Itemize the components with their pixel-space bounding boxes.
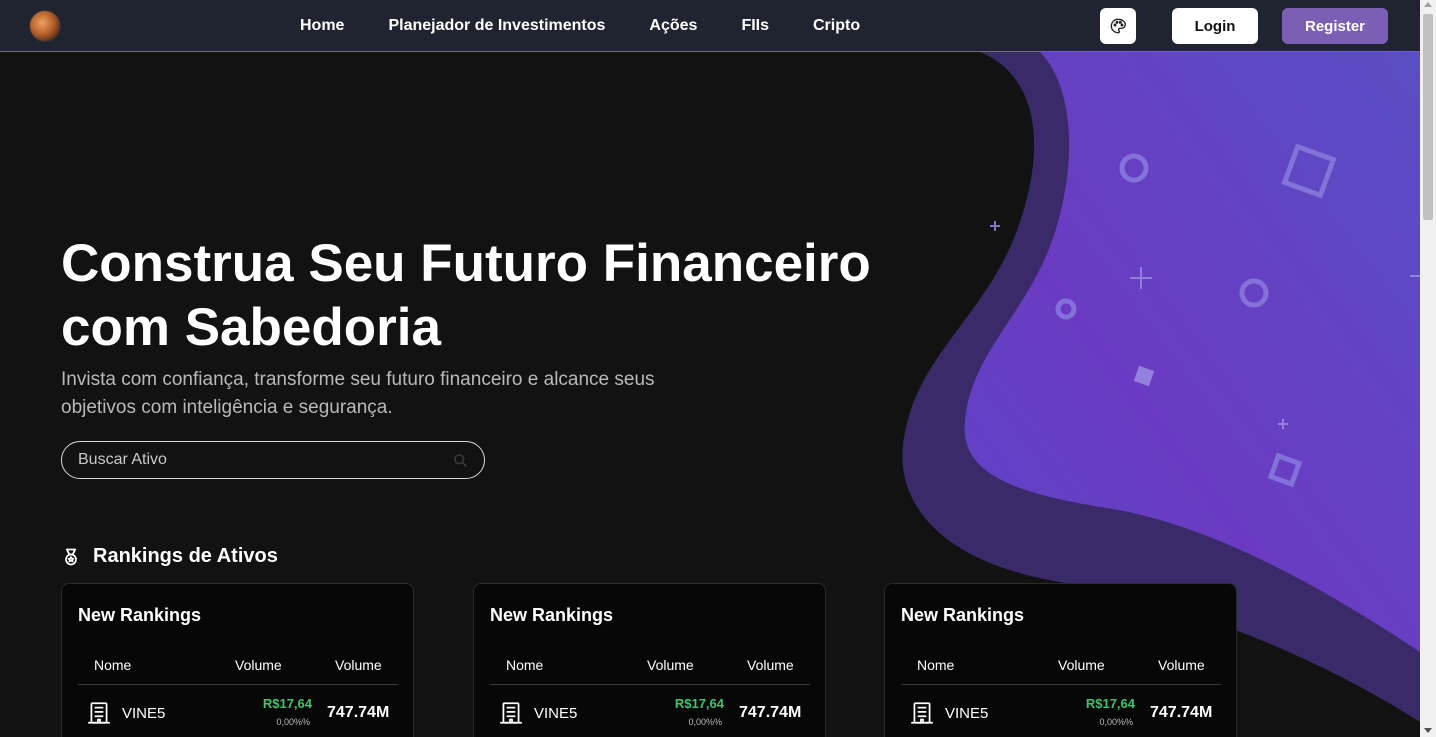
hero-subtitle: Invista com confiança, transforme seu fu…: [61, 369, 655, 418]
asset-volume: 747.74M: [739, 704, 802, 721]
column-header-volume[interactable]: Volume: [235, 657, 282, 673]
rankings-title: Rankings de Ativos: [93, 545, 278, 567]
asset-price: R$17,64: [674, 696, 724, 711]
asset-change: 0,00%%: [276, 717, 310, 727]
nav-link-cripto[interactable]: Cripto: [813, 17, 860, 35]
theme-toggle-button[interactable]: [1100, 8, 1136, 44]
building-icon: [500, 702, 522, 724]
ranking-card: New Rankings Nome Volume Volume VINE5 R$…: [884, 583, 1237, 737]
search-input[interactable]: [78, 451, 453, 469]
ranking-card: New Rankings Nome Volume Volume VINE5 R$…: [473, 583, 826, 737]
card-title: New Rankings: [78, 605, 202, 625]
rankings-header: Rankings de Ativos: [61, 545, 278, 568]
navbar: Home Planejador de Investimentos Ações F…: [0, 0, 1420, 52]
nav-links: Home Planejador de Investimentos Ações F…: [300, 0, 860, 52]
search-icon[interactable]: [453, 453, 468, 468]
divider: [78, 684, 398, 685]
search-box: [61, 441, 485, 479]
register-button[interactable]: Register: [1282, 8, 1388, 44]
ranking-card: New Rankings Nome Volume Volume VINE5 R$…: [61, 583, 414, 737]
card-title: New Rankings: [490, 605, 614, 625]
asset-name[interactable]: VINE5: [534, 705, 577, 722]
asset-volume: 747.74M: [327, 704, 390, 721]
column-header-name[interactable]: Nome: [506, 657, 543, 673]
divider: [490, 684, 810, 685]
hero-title-line1: Construa Seu Futuro Financeiro: [61, 234, 871, 293]
nav-link-planner[interactable]: Planejador de Investimentos: [388, 17, 605, 35]
asset-name[interactable]: VINE5: [122, 705, 165, 722]
medal-icon: [65, 548, 77, 565]
column-header-volume[interactable]: Volume: [1058, 657, 1105, 673]
scroll-down-arrow-icon[interactable]: [1424, 728, 1432, 733]
palette-icon: [1110, 18, 1126, 34]
column-header-volume-2[interactable]: Volume: [1158, 657, 1205, 673]
column-header-volume-2[interactable]: Volume: [335, 657, 382, 673]
card-title: New Rankings: [901, 605, 1025, 625]
building-icon: [88, 702, 110, 724]
asset-price: R$17,64: [262, 696, 312, 711]
asset-name[interactable]: VINE5: [945, 705, 988, 722]
column-header-volume[interactable]: Volume: [647, 657, 694, 673]
hero-title: Construa Seu Futuro Financeiro com Sabed…: [61, 232, 961, 360]
asset-change: 0,00%%: [688, 717, 722, 727]
nav-link-home[interactable]: Home: [300, 17, 344, 35]
column-header-name[interactable]: Nome: [94, 657, 131, 673]
scroll-up-arrow-icon[interactable]: [1424, 2, 1432, 7]
login-button[interactable]: Login: [1172, 8, 1258, 44]
asset-change: 0,00%%: [1099, 717, 1133, 727]
column-header-volume-2[interactable]: Volume: [747, 657, 794, 673]
building-icon: [911, 702, 933, 724]
scroll-thumb[interactable]: [1423, 14, 1433, 220]
logo-avatar[interactable]: [29, 10, 61, 42]
nav-link-acoes[interactable]: Ações: [649, 17, 697, 35]
divider: [901, 684, 1221, 685]
page-scrollbar[interactable]: [1420, 0, 1436, 737]
hero-title-line2: com Sabedoria: [61, 298, 441, 357]
column-header-name[interactable]: Nome: [917, 657, 954, 673]
nav-link-fiis[interactable]: FIIs: [741, 17, 769, 35]
asset-volume: 747.74M: [1150, 704, 1213, 721]
asset-price: R$17,64: [1085, 696, 1135, 711]
